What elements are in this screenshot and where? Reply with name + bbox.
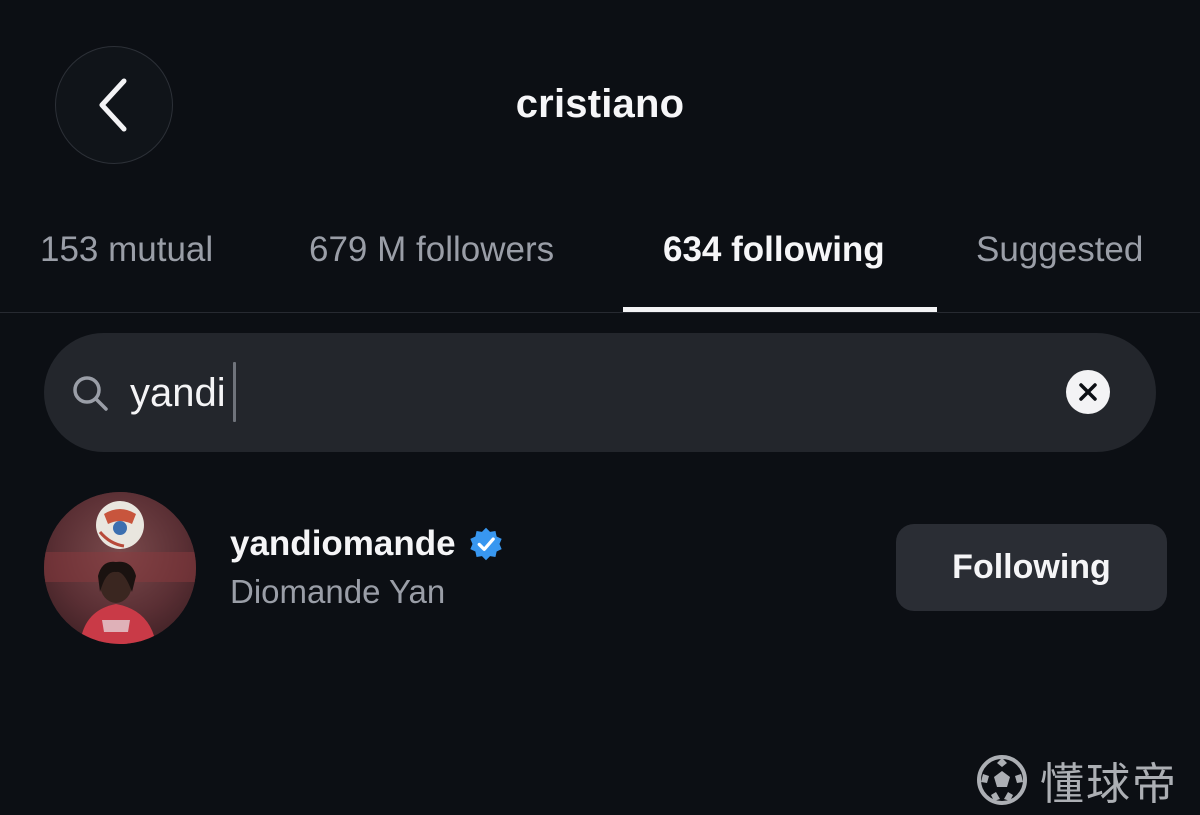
tab-following[interactable]: 634 following [663, 230, 885, 270]
tab-suggested[interactable]: Suggested [976, 230, 1143, 270]
tabs-divider [0, 312, 1200, 313]
clear-icon [1079, 383, 1097, 401]
full-name: Diomande Yan [230, 573, 446, 610]
verified-badge-icon [469, 527, 502, 561]
tab-mutual[interactable]: 153 mutual [40, 230, 213, 270]
username-row: yandiomande [230, 522, 504, 566]
following-list-screen: cristiano 153 mutual 679 M followers 634… [0, 0, 1200, 815]
watermark-text: 懂球帝 [1040, 759, 1178, 810]
list-item[interactable]: yandiomande Diomande Yan Following [0, 478, 1200, 658]
username[interactable]: yandiomande [230, 524, 456, 564]
soccer-ball-logo-icon [977, 755, 1027, 805]
tab-followers[interactable]: 679 M followers [309, 230, 554, 270]
search-input[interactable] [130, 363, 1010, 423]
watermark: 懂球帝 [976, 752, 1178, 810]
avatar[interactable] [44, 492, 196, 644]
page-title: cristiano [515, 82, 685, 126]
search-icon [73, 376, 108, 411]
text-cursor [233, 362, 236, 422]
clear-search-button[interactable] [1066, 370, 1110, 414]
avatar-image [44, 492, 196, 644]
following-button[interactable]: Following [896, 524, 1167, 611]
